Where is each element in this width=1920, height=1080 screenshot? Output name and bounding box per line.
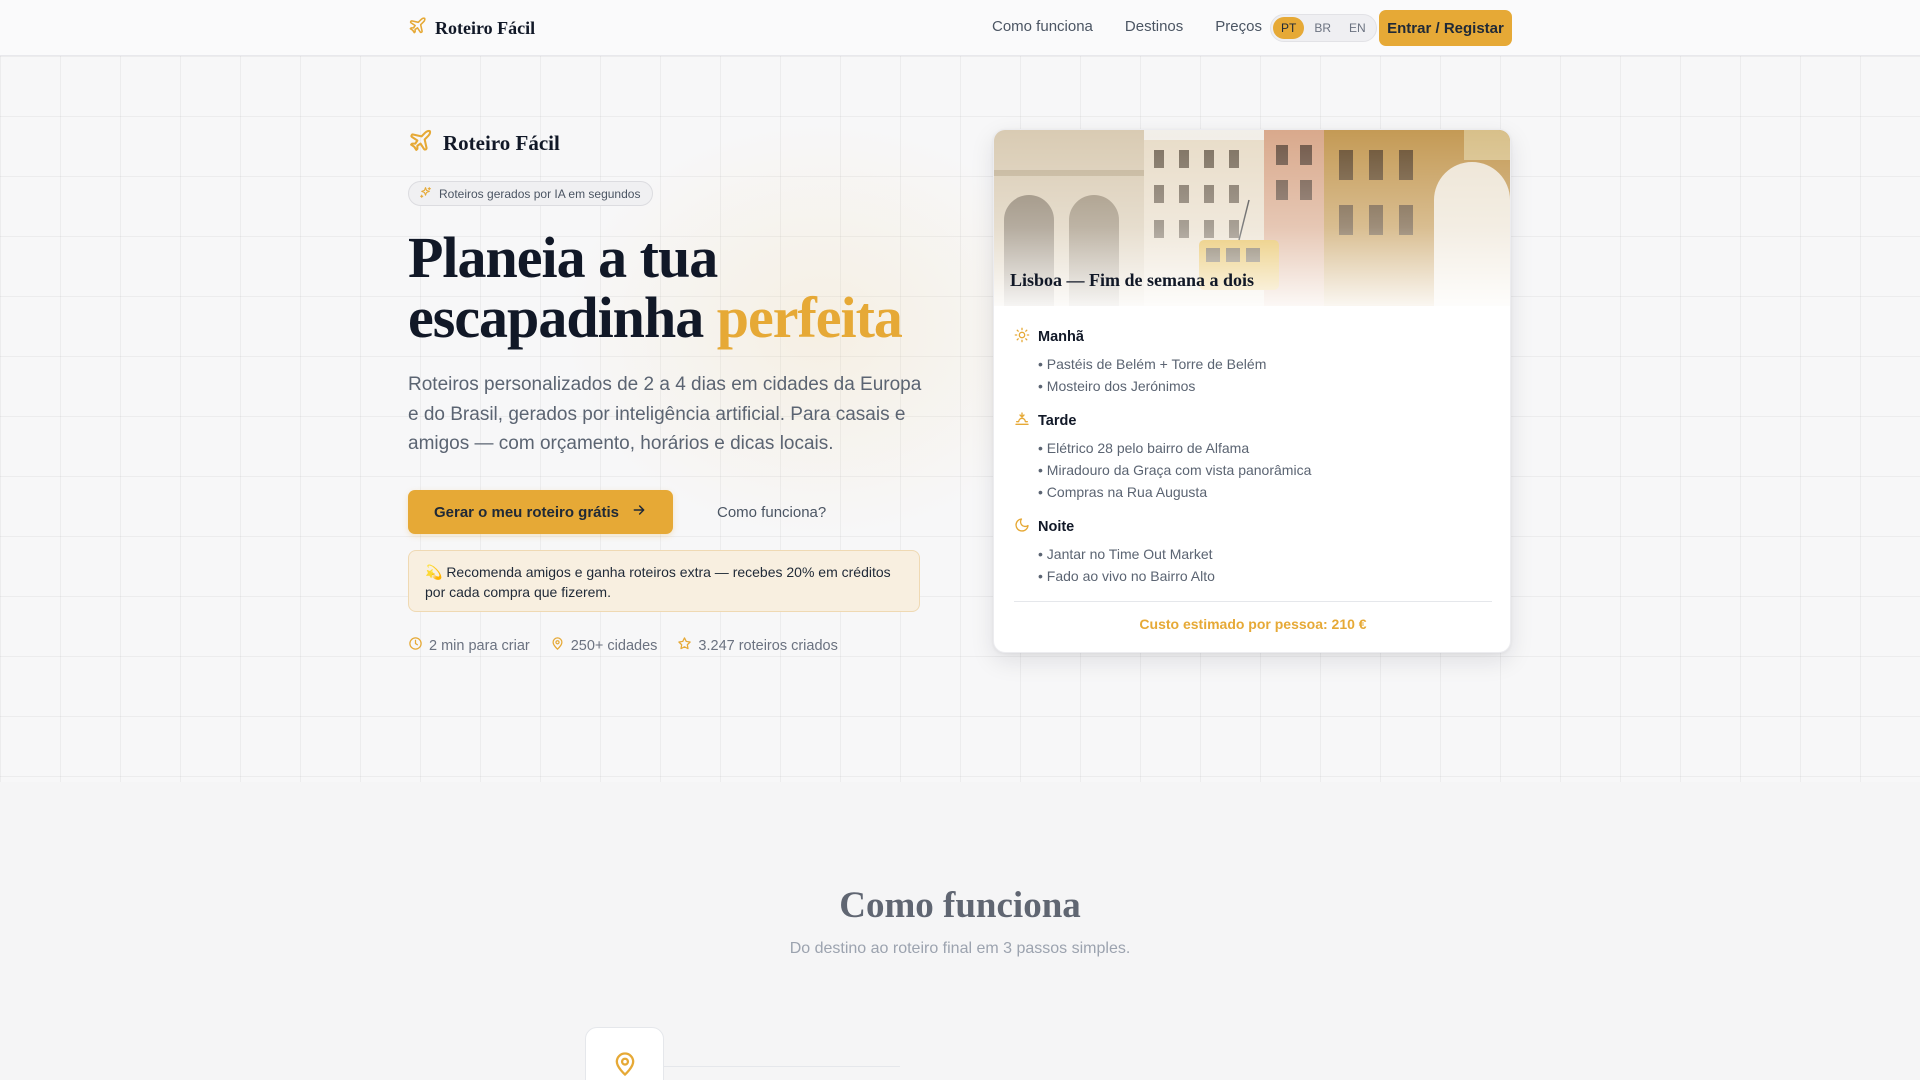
section-night-title: Noite	[1038, 519, 1075, 535]
section-morning-head: Manhã	[1014, 327, 1266, 347]
arrow-right-icon	[631, 502, 647, 522]
sun-icon	[1014, 327, 1030, 347]
list-item: • Fado ao vivo no Bairro Alto	[1038, 568, 1215, 584]
language-br[interactable]: BR	[1306, 17, 1339, 39]
cta-label: Gerar o meu roteiro grátis	[433, 503, 620, 521]
top-navigation: Roteiro Fácil Como funciona Destinos Pre…	[0, 0, 1920, 56]
stat-itineraries-label: 3.247 roteiros criados	[698, 637, 838, 654]
headline-accent: perfeita	[716, 285, 903, 350]
hero-headline: Planeia a tua escapadinha perfeita	[408, 228, 968, 348]
how-it-works-section	[0, 782, 1920, 1080]
section-night-items: • Jantar no Time Out Market • Fado ao vi…	[1038, 543, 1215, 587]
referral-banner: 💫 Recomenda amigos e ganha roteiros extr…	[408, 550, 920, 612]
section-morning-title: Manhã	[1038, 329, 1084, 345]
section-afternoon: Tarde • Elétrico 28 pelo bairro de Alfam…	[1014, 411, 1311, 503]
itinerary-title: Lisboa — Fim de semana a dois	[1010, 270, 1255, 290]
estimated-cost: Custo estimado por pessoa: 210 €	[1139, 616, 1367, 632]
login-register-button[interactable]: Entrar / Registar	[1379, 10, 1512, 46]
language-en[interactable]: EN	[1341, 17, 1374, 39]
stat-cities: 250+ cidades	[550, 636, 658, 655]
section-night-head: Noite	[1014, 517, 1215, 537]
section-afternoon-items: • Elétrico 28 pelo bairro de Alfama • Mi…	[1038, 437, 1311, 503]
stat-cities-label: 250+ cidades	[570, 637, 658, 654]
list-item: • Mosteiro dos Jerónimos	[1038, 378, 1196, 394]
map-pin-icon	[550, 636, 565, 655]
generate-itinerary-button[interactable]: Gerar o meu roteiro grátis	[408, 490, 673, 534]
list-item: • Compras na Rua Augusta	[1038, 484, 1208, 500]
stat-time: 2 min para criar	[408, 636, 530, 655]
section-morning: Manhã • Pastéis de Belém + Torre de Belé…	[1014, 327, 1266, 397]
language-switcher: PT BR EN	[1270, 14, 1377, 42]
nav-link-como-funciona[interactable]: Como funciona	[992, 18, 1093, 35]
hero-stats: 2 min para criar 250+ cidades 3.247 rote…	[408, 636, 838, 655]
stat-time-label: 2 min para criar	[429, 637, 530, 654]
itinerary-preview-card: Lisboa — Fim de semana a dois Manhã • Pa…	[993, 129, 1511, 653]
section-morning-items: • Pastéis de Belém + Torre de Belém • Mo…	[1038, 353, 1266, 397]
hero-brand: Roteiro Fácil	[408, 128, 560, 158]
map-pin-icon	[611, 1050, 639, 1080]
step-connector	[664, 1066, 900, 1067]
list-item: • Pastéis de Belém + Torre de Belém	[1038, 356, 1267, 372]
nav-brand[interactable]: Roteiro Fácil	[408, 16, 535, 40]
nav-link-precos[interactable]: Preços	[1215, 18, 1262, 35]
section-afternoon-head: Tarde	[1014, 411, 1311, 431]
section-afternoon-title: Tarde	[1038, 413, 1077, 429]
plane-icon	[408, 128, 433, 158]
nav-links: Como funciona Destinos Preços	[992, 18, 1262, 35]
plane-icon	[408, 16, 427, 40]
list-item: • Jantar no Time Out Market	[1038, 546, 1213, 562]
step-destination-card	[585, 1027, 664, 1080]
ai-badge-label: Roteiros gerados por IA em segundos	[439, 186, 641, 201]
ai-badge: Roteiros gerados por IA em segundos	[408, 181, 654, 206]
moon-icon	[1014, 517, 1030, 537]
nav-brand-name: Roteiro Fácil	[435, 17, 536, 38]
hero-brand-name: Roteiro Fácil	[443, 130, 560, 155]
headline-text: Planeia a tua escapadinha	[408, 225, 718, 350]
list-item: • Miradouro da Graça com vista panorâmic…	[1038, 462, 1312, 478]
stat-itineraries: 3.247 roteiros criados	[677, 636, 838, 655]
section-night: Noite • Jantar no Time Out Market • Fado…	[1014, 517, 1215, 587]
nav-link-destinos[interactable]: Destinos	[1125, 18, 1183, 35]
sunset-icon	[1014, 411, 1030, 431]
how-it-works-subtitle: Do destino ao roteiro final em 3 passos …	[789, 940, 1131, 957]
card-divider	[1014, 601, 1492, 602]
list-item: • Elétrico 28 pelo bairro de Alfama	[1038, 440, 1250, 456]
star-icon	[677, 636, 692, 655]
sparkles-icon	[419, 186, 432, 202]
clock-icon	[408, 636, 423, 655]
how-it-works-link[interactable]: Como funciona?	[717, 504, 826, 521]
language-pt[interactable]: PT	[1273, 17, 1305, 39]
how-it-works-title: Como funciona	[839, 885, 1081, 926]
hero-subtext: Roteiros personalizados de 2 a 4 dias em…	[408, 374, 922, 454]
